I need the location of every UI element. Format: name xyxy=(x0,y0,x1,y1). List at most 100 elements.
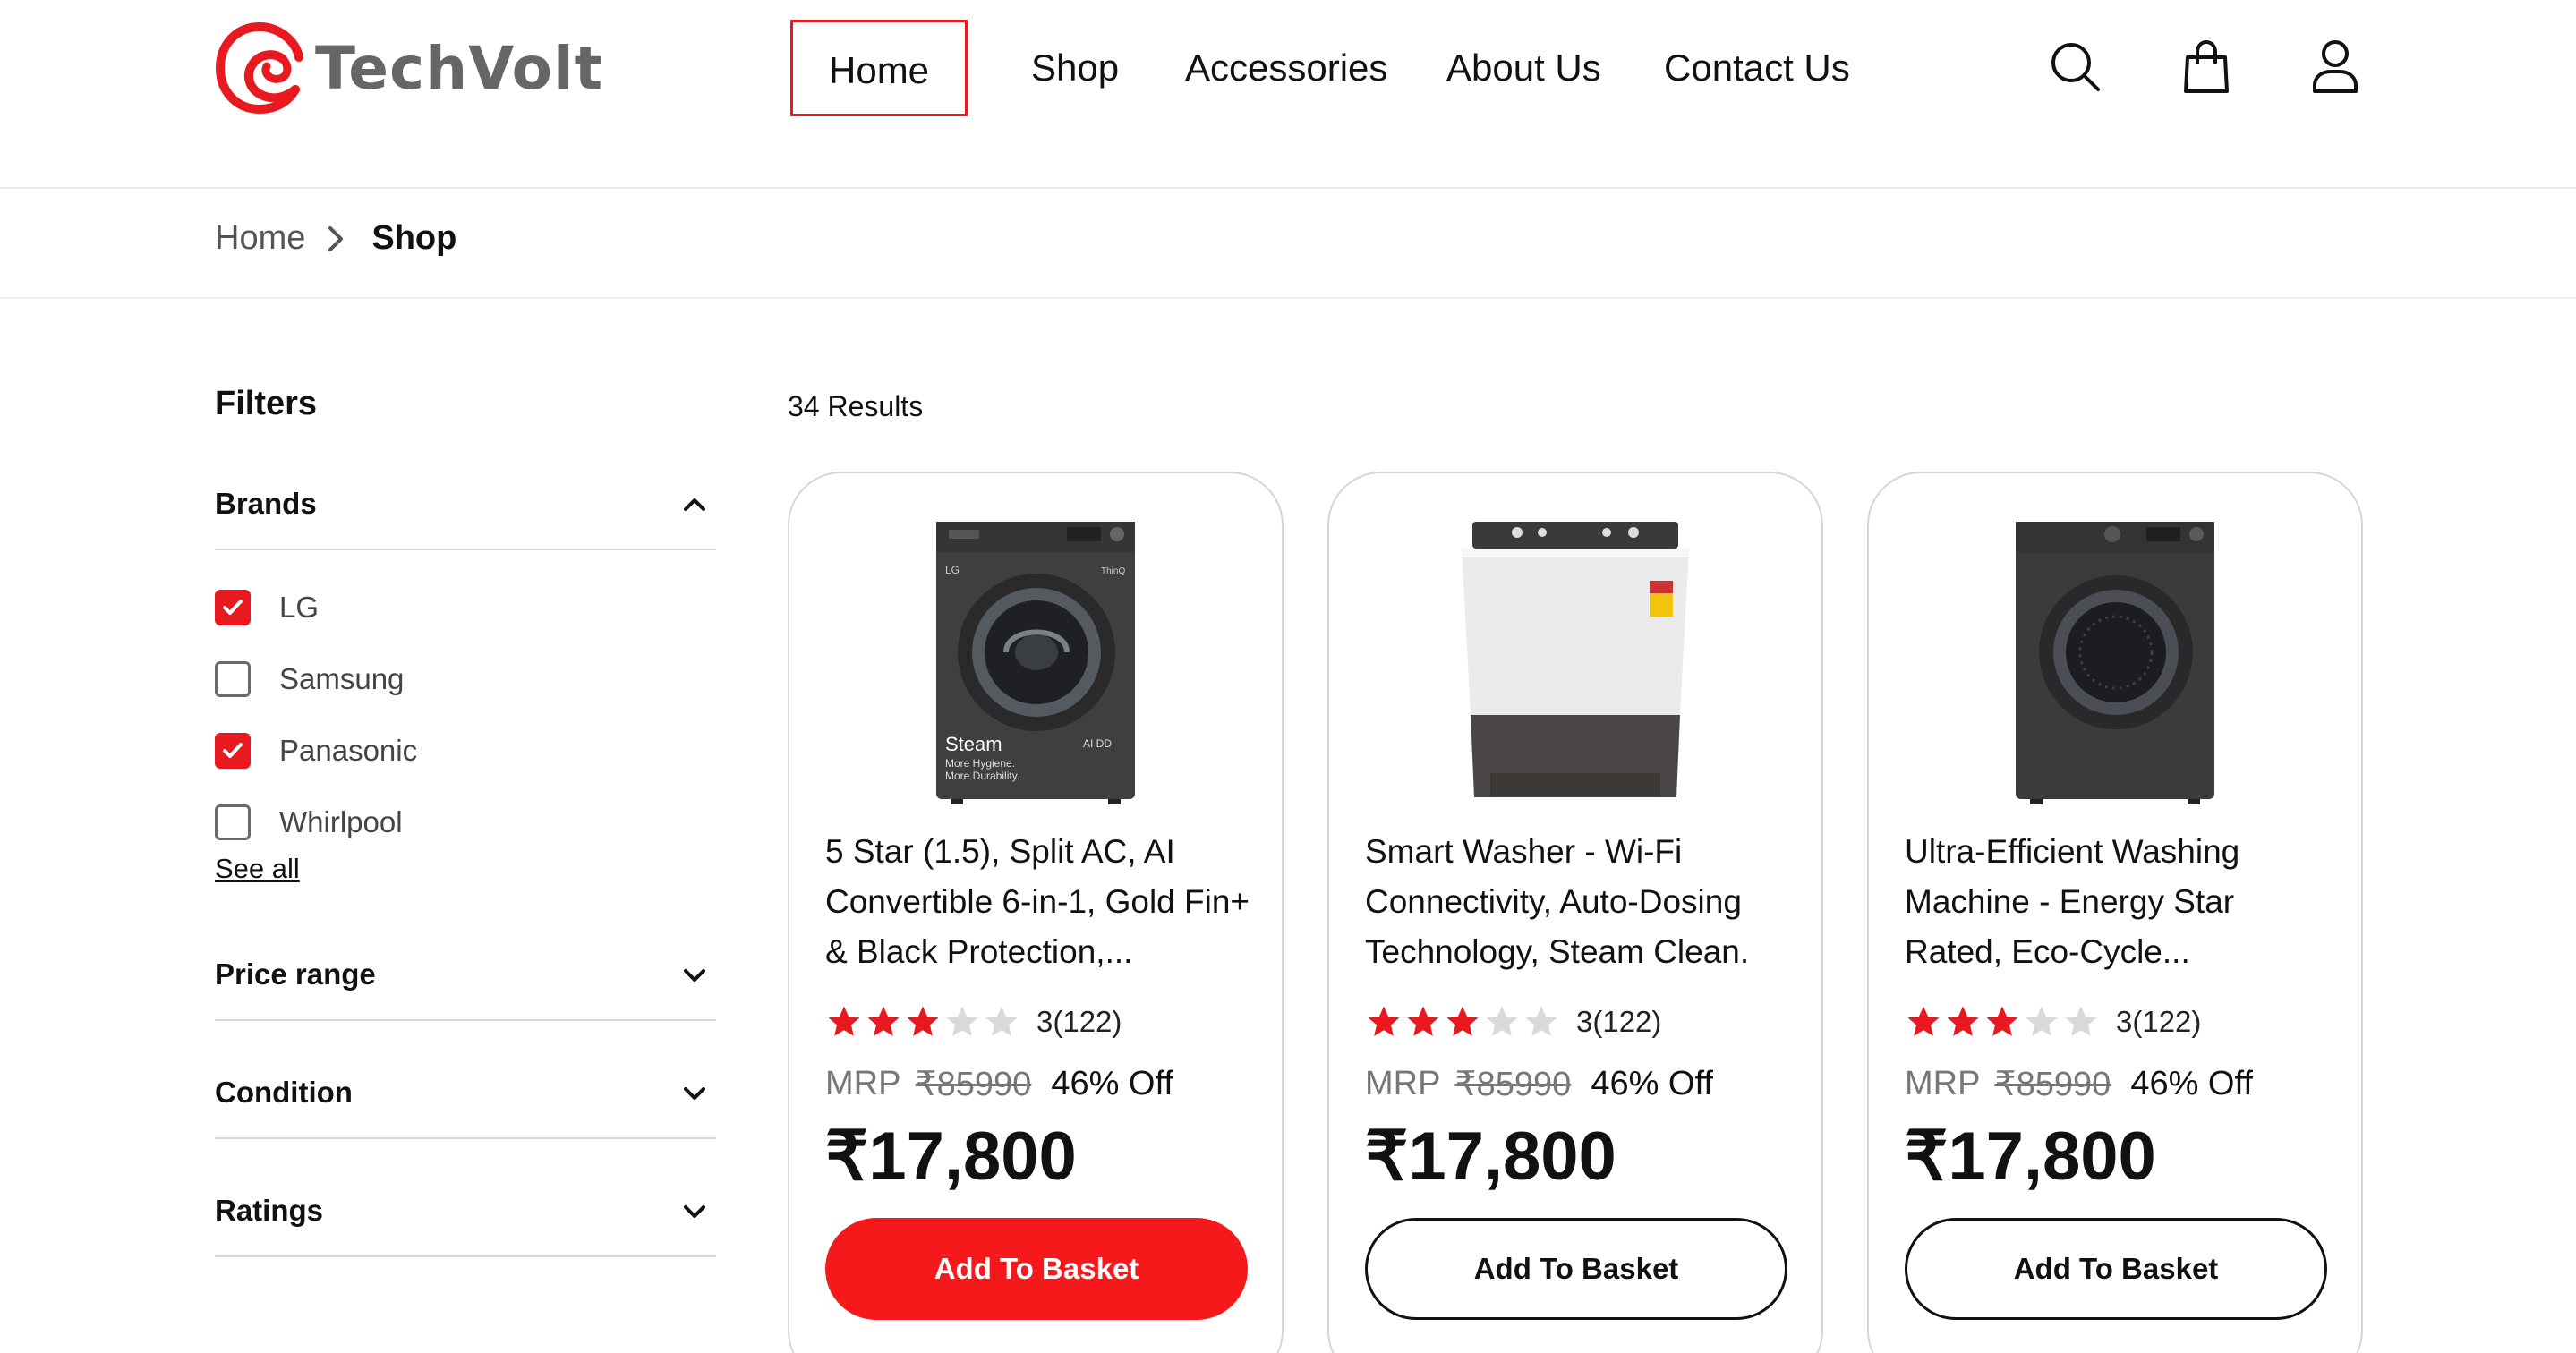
mrp-value: ₹85990 xyxy=(1454,1066,1572,1103)
product-price: ₹17,800 xyxy=(1365,1119,1616,1195)
filter-condition-label: Condition xyxy=(215,1076,353,1109)
discount-label: 46% Off xyxy=(1591,1065,1713,1102)
product-mrp: MRP ₹85990 46% Off xyxy=(825,1064,1173,1104)
star-filled-icon xyxy=(1407,1006,1439,1036)
star-filled-icon xyxy=(1986,1006,2018,1036)
product-mrp: MRP ₹85990 46% Off xyxy=(1365,1064,1713,1104)
user-icon[interactable] xyxy=(2304,36,2367,98)
steam-label: Steam xyxy=(945,733,1002,755)
chevron-right-icon xyxy=(328,226,344,251)
breadcrumb-current: Shop xyxy=(371,219,457,257)
brand-option-label: Panasonic xyxy=(279,734,418,767)
front-load-washer-image: LG ThinQ Steam More Hygiene. More Durabi… xyxy=(936,522,1135,804)
star-empty-icon xyxy=(1486,1006,1518,1036)
filter-condition-header[interactable]: Condition xyxy=(215,1048,716,1137)
filter-price-range-header[interactable]: Price range xyxy=(215,930,716,1019)
brand-option-lg[interactable]: LG xyxy=(215,572,716,643)
product-image[interactable]: LG ThinQ Steam More Hygiene. More Durabi… xyxy=(789,518,1282,804)
nav-item-contact-us[interactable]: Contact Us xyxy=(1664,20,1850,116)
star-filled-icon xyxy=(1947,1006,1979,1036)
brand-options: LG Samsung Panasonic Whirlpool See all xyxy=(215,572,716,885)
product-card[interactable]: LG ThinQ Steam More Hygiene. More Durabi… xyxy=(788,472,1284,1353)
checkbox-unchecked[interactable] xyxy=(215,804,251,840)
product-price: ₹17,800 xyxy=(1905,1119,2156,1195)
machine-logo-label: LG xyxy=(945,564,960,576)
brand-option-panasonic[interactable]: Panasonic xyxy=(215,715,716,787)
star-filled-icon xyxy=(828,1006,860,1036)
mrp-label: MRP xyxy=(825,1065,901,1102)
product-image[interactable] xyxy=(1329,518,1821,804)
filter-brands-header[interactable]: Brands xyxy=(215,459,716,549)
divider xyxy=(0,297,2576,299)
discount-label: 46% Off xyxy=(1051,1065,1173,1102)
chevron-down-icon xyxy=(684,1087,705,1100)
filter-brands-label: Brands xyxy=(215,487,317,520)
product-image[interactable] xyxy=(1869,518,2361,804)
star-filled-icon xyxy=(1446,1006,1479,1036)
product-title[interactable]: Ultra-Efficient Washing Machine - Energy… xyxy=(1905,827,2334,977)
star-filled-icon xyxy=(907,1006,939,1036)
breadcrumb-home[interactable]: Home xyxy=(215,219,305,258)
nav-item-home[interactable]: Home xyxy=(790,20,968,116)
product-rating: 3(122) xyxy=(825,1003,1122,1041)
star-filled-icon xyxy=(867,1006,900,1036)
site-header: TechVolt Home Shop Accessories About Us … xyxy=(0,0,2576,189)
filter-condition: Condition xyxy=(215,1048,716,1139)
thinq-badge: ThinQ xyxy=(1101,566,1125,576)
see-all-brands-link[interactable]: See all xyxy=(215,853,300,885)
brand-option-label: Samsung xyxy=(279,662,405,695)
product-price: ₹17,800 xyxy=(825,1119,1077,1195)
brand-option-samsung[interactable]: Samsung xyxy=(215,643,716,715)
tagline-2: More Durability. xyxy=(945,770,1019,782)
add-to-basket-button[interactable]: Add To Basket xyxy=(1905,1218,2327,1320)
chevron-up-icon xyxy=(684,498,705,511)
brand-option-label: Whirlpool xyxy=(279,805,403,838)
product-card[interactable]: Smart Washer - Wi-Fi Connectivity, Auto-… xyxy=(1327,472,1823,1353)
nav-item-about-us[interactable]: About Us xyxy=(1446,20,1601,116)
techvolt-logo-icon xyxy=(215,22,303,115)
shopping-bag-icon[interactable] xyxy=(2175,36,2238,98)
rating-count: 3(122) xyxy=(1576,1005,1662,1038)
breadcrumb: Home Shop xyxy=(215,219,456,258)
mrp-label: MRP xyxy=(1365,1065,1441,1102)
filters-title: Filters xyxy=(215,385,318,422)
star-filled-icon xyxy=(1907,1006,1940,1036)
filter-ratings-label: Ratings xyxy=(215,1194,324,1227)
check-icon xyxy=(223,600,243,615)
checkbox-checked[interactable] xyxy=(215,590,251,625)
star-empty-icon xyxy=(2026,1006,2058,1036)
nav-item-shop[interactable]: Shop xyxy=(1031,20,1119,116)
ai-dd-badge: AI DD xyxy=(1083,737,1112,750)
checkbox-checked[interactable] xyxy=(215,733,251,769)
checkbox-unchecked[interactable] xyxy=(215,661,251,697)
tagline-1: More Hygiene. xyxy=(945,757,1015,770)
rating-count: 3(122) xyxy=(1036,1005,1122,1038)
filter-price-range-label: Price range xyxy=(215,957,376,991)
add-to-basket-button[interactable]: Add To Basket xyxy=(825,1218,1248,1320)
product-mrp: MRP ₹85990 46% Off xyxy=(1905,1064,2253,1104)
rating-count: 3(122) xyxy=(2116,1005,2202,1038)
chevron-down-icon xyxy=(684,1205,705,1218)
check-icon xyxy=(223,743,243,758)
add-to-basket-button[interactable]: Add To Basket xyxy=(1365,1218,1787,1320)
discount-label: 46% Off xyxy=(2130,1065,2253,1102)
brand-option-whirlpool[interactable]: Whirlpool xyxy=(215,787,716,858)
filter-ratings-header[interactable]: Ratings xyxy=(215,1166,716,1255)
star-empty-icon xyxy=(2065,1006,2097,1036)
search-icon[interactable] xyxy=(2044,36,2107,98)
results-count: 34 Results xyxy=(788,390,924,422)
product-rating: 3(122) xyxy=(1905,1003,2201,1041)
chevron-down-icon xyxy=(684,969,705,982)
filter-ratings: Ratings xyxy=(215,1166,716,1257)
top-load-washer-image xyxy=(1462,522,1689,797)
mrp-value: ₹85990 xyxy=(1994,1066,2111,1103)
brand-logo[interactable]: TechVolt xyxy=(213,20,603,116)
product-title[interactable]: Smart Washer - Wi-Fi Connectivity, Auto-… xyxy=(1365,827,1795,977)
star-empty-icon xyxy=(985,1006,1018,1036)
product-title[interactable]: 5 Star (1.5), Split AC, AI Convertible 6… xyxy=(825,827,1255,977)
nav-item-accessories[interactable]: Accessories xyxy=(1185,20,1387,116)
mrp-value: ₹85990 xyxy=(915,1066,1032,1103)
brand-option-label: LG xyxy=(279,591,320,624)
product-card[interactable]: Ultra-Efficient Washing Machine - Energy… xyxy=(1867,472,2363,1353)
filter-brands: Brands xyxy=(215,459,716,550)
